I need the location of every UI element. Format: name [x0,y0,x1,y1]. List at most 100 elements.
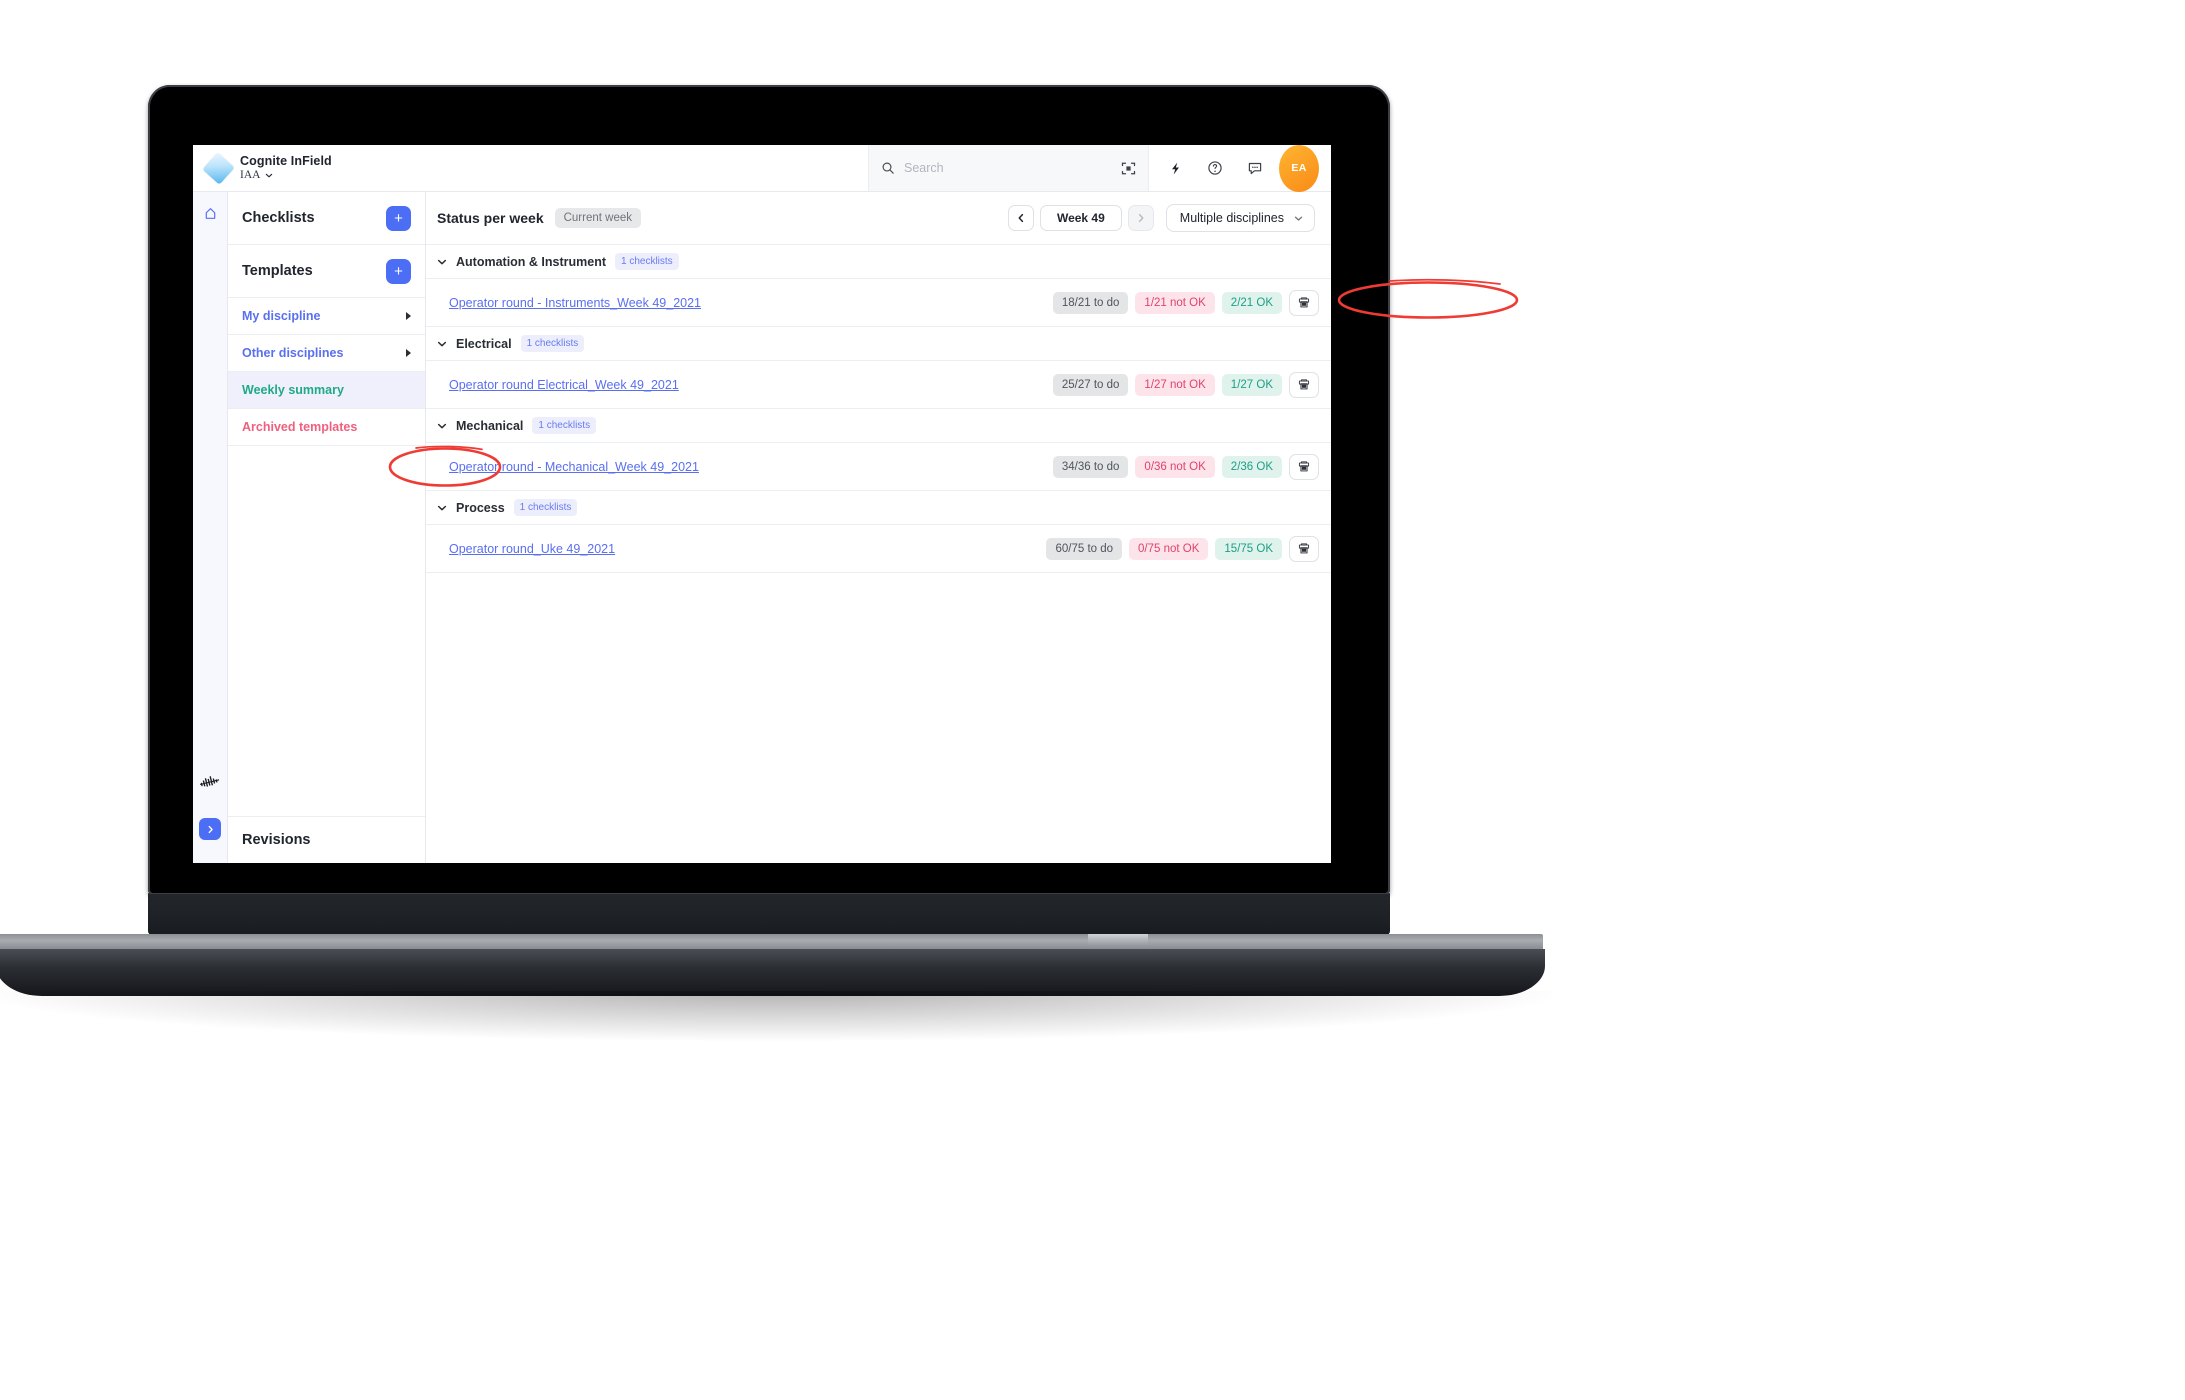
next-week-button[interactable] [1127,205,1154,231]
project-name: IAA [240,168,261,181]
status-badge-ok: 2/21 OK [1221,291,1282,314]
group-header[interactable]: Mechanical 1 checklists [426,409,1331,443]
brand-area[interactable]: Cognite InField IAA [193,145,493,191]
page-title: Status per week [437,210,544,226]
avatar[interactable]: EA [1279,145,1319,192]
sidebar-item-my-discipline[interactable]: My discipline [228,298,425,335]
chevron-down-icon [437,339,447,349]
checklist-row[interactable]: Operator round_Uke 49_2021 60/75 to do 0/7… [426,525,1331,573]
chevron-down-icon [265,171,273,179]
checklist-link[interactable]: Operator round - Mechanical_Week 49_2021 [449,460,699,474]
sidebar-item-other-disciplines[interactable]: Other disciplines [228,335,425,372]
laptop-base [0,949,1545,996]
sidebar-item-label: Archived templates [242,420,358,434]
cognite-bars-logo-icon [193,774,227,790]
group-header[interactable]: Electrical 1 checklists [426,327,1331,361]
expand-sidebar-button[interactable] [199,818,221,840]
project-selector[interactable]: IAA [240,169,332,182]
sidebar-section-checklists: Checklists + [228,192,425,245]
sidebar-section-revisions[interactable]: Revisions [228,817,425,863]
chevron-right-icon [1136,213,1146,223]
pdf-print-icon [1297,378,1311,392]
group-header[interactable]: Automation & Instrument 1 checklists [426,245,1331,279]
cognite-diamond-logo-icon [202,151,235,185]
discipline-filter-dropdown[interactable]: Multiple disciplines [1165,204,1315,232]
search-input[interactable]: Search [904,161,1112,175]
row-status-group: 18/21 to do 1/21 not OK 2/21 OK [1052,289,1319,316]
status-badge-todo: 25/27 to do [1052,373,1129,396]
help-circle-icon [1207,160,1223,176]
chevron-right-icon [206,825,215,834]
group-header[interactable]: Process 1 checklists [426,491,1331,525]
group-name: Automation & Instrument [456,254,606,269]
app-body: Checklists + Templates + My discipline O… [193,192,1331,863]
checklist-link[interactable]: Operator round - Instruments_Week 49_202… [449,296,701,310]
lightning-bolt-icon [1168,161,1183,176]
current-week-chip: Current week [554,208,641,228]
add-checklist-button[interactable]: + [386,205,411,231]
status-badge-ok: 15/75 OK [1215,537,1282,560]
sidebar-item-label: My discipline [242,309,321,323]
status-badge-not-ok: 0/36 not OK [1135,455,1215,478]
sidebar-item-label: Other disciplines [242,346,344,360]
laptop-shadow [0,991,1553,1041]
search-box[interactable]: Search [868,145,1148,191]
prev-week-button[interactable] [1007,205,1034,231]
discipline-filter-value: Multiple disciplines [1179,211,1284,225]
add-template-button[interactable]: + [386,258,411,284]
status-badge-ok: 1/27 OK [1221,373,1282,396]
sidebar-section-templates: Templates + [228,245,425,298]
scan-target-icon[interactable] [1121,161,1136,176]
icon-rail [193,192,228,863]
feedback-button[interactable] [1235,145,1275,192]
sidebar-filler [228,446,425,817]
help-button[interactable] [1195,145,1235,192]
app-topbar: Cognite InField IAA Search EA [193,145,1331,192]
row-status-group: 34/36 to do 0/36 not OK 2/36 OK [1052,453,1319,480]
export-pdf-button[interactable] [1289,453,1319,480]
chevron-down-icon [437,503,447,513]
group-name: Electrical [456,336,512,351]
group-name: Process [456,500,505,515]
checklist-row[interactable]: Operator round - Instruments_Week 49_202… [426,279,1331,327]
checklist-row[interactable]: Operator round - Mechanical_Week 49_2021… [426,443,1331,491]
group-name: Mechanical [456,418,524,433]
sidebar-item-archived-templates[interactable]: Archived templates [228,409,425,446]
chevron-down-icon [437,257,447,267]
checklist-link[interactable]: Operator round Electrical_Week 49_2021 [449,378,679,392]
status-badge-not-ok: 0/75 not OK [1129,537,1209,560]
export-pdf-button[interactable] [1289,535,1319,562]
week-label-button[interactable]: Week 49 [1039,205,1122,231]
status-badge-not-ok: 1/27 not OK [1135,373,1215,396]
app-title: Cognite InField [240,154,332,169]
rail-home-button[interactable] [203,206,218,226]
laptop-mockup: Cognite InField IAA Search EA Checklists… [0,85,1553,1041]
checklist-row[interactable]: Operator round Electrical_Week 49_2021 25… [426,361,1331,409]
pdf-print-icon [1297,296,1311,310]
chevron-down-icon [437,421,447,431]
checklist-link[interactable]: Operator round_Uke 49_2021 [449,542,615,556]
chevron-down-icon [1294,214,1303,223]
quick-actions-button[interactable] [1155,145,1195,192]
row-status-group: 25/27 to do 1/27 not OK 1/27 OK [1052,371,1319,398]
home-icon [203,206,218,221]
revisions-heading: Revisions [242,832,311,848]
chevron-left-icon [1016,213,1026,223]
pdf-print-icon [1297,542,1311,556]
row-status-group: 60/75 to do 0/75 not OK 15/75 OK [1046,535,1319,562]
checklist-count-badge: 1 checklists [513,499,578,516]
chevron-right-icon [406,312,411,320]
templates-heading: Templates [242,263,313,279]
chevron-right-icon [406,349,411,357]
status-badge-todo: 34/36 to do [1052,455,1129,478]
checklist-count-badge: 1 checklists [520,335,585,352]
pdf-print-icon [1297,460,1311,474]
export-pdf-button[interactable] [1289,371,1319,398]
status-badge-not-ok: 1/21 not OK [1135,291,1215,314]
checklist-count-badge: 1 checklists [615,253,679,270]
export-pdf-button[interactable] [1289,289,1319,316]
app-screen: Cognite InField IAA Search EA Checklists… [193,145,1331,863]
status-badge-todo: 18/21 to do [1052,291,1129,314]
sidebar-item-weekly-summary[interactable]: Weekly summary [228,372,425,409]
status-badge-todo: 60/75 to do [1046,537,1123,560]
